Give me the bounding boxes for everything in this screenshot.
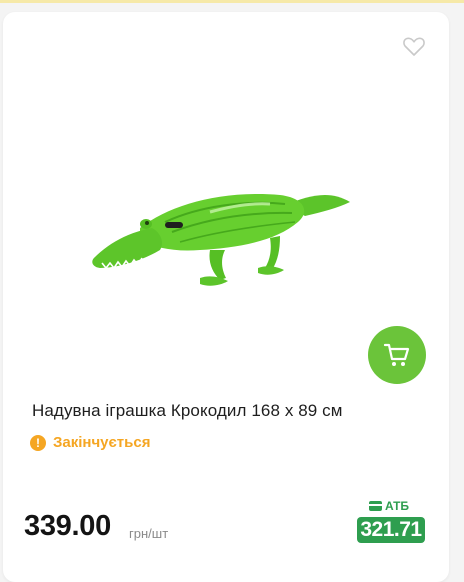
product-title[interactable]: Надувна іграшка Крокодил 168 х 89 см: [32, 401, 432, 421]
product-price: 339.00: [24, 510, 111, 542]
stock-status: ! Закінчується: [30, 434, 150, 451]
heart-outline-icon: [403, 37, 425, 56]
add-to-cart-button[interactable]: [368, 326, 426, 384]
price-unit: грн/шт: [129, 526, 169, 541]
loyalty-label-text: АТБ: [385, 499, 410, 513]
card-icon: [369, 501, 382, 511]
shopping-cart-icon: [383, 343, 410, 366]
stock-status-label: Закінчується: [53, 434, 151, 451]
favorite-button[interactable]: [402, 35, 426, 57]
crocodile-float-image: [92, 194, 350, 286]
product-image[interactable]: [60, 150, 370, 310]
exclamation-icon: !: [30, 434, 46, 451]
loyalty-price-badge: 321.71: [357, 517, 425, 543]
loyalty-price-label: АТБ: [369, 499, 409, 513]
top-accent-strip: [0, 0, 464, 3]
